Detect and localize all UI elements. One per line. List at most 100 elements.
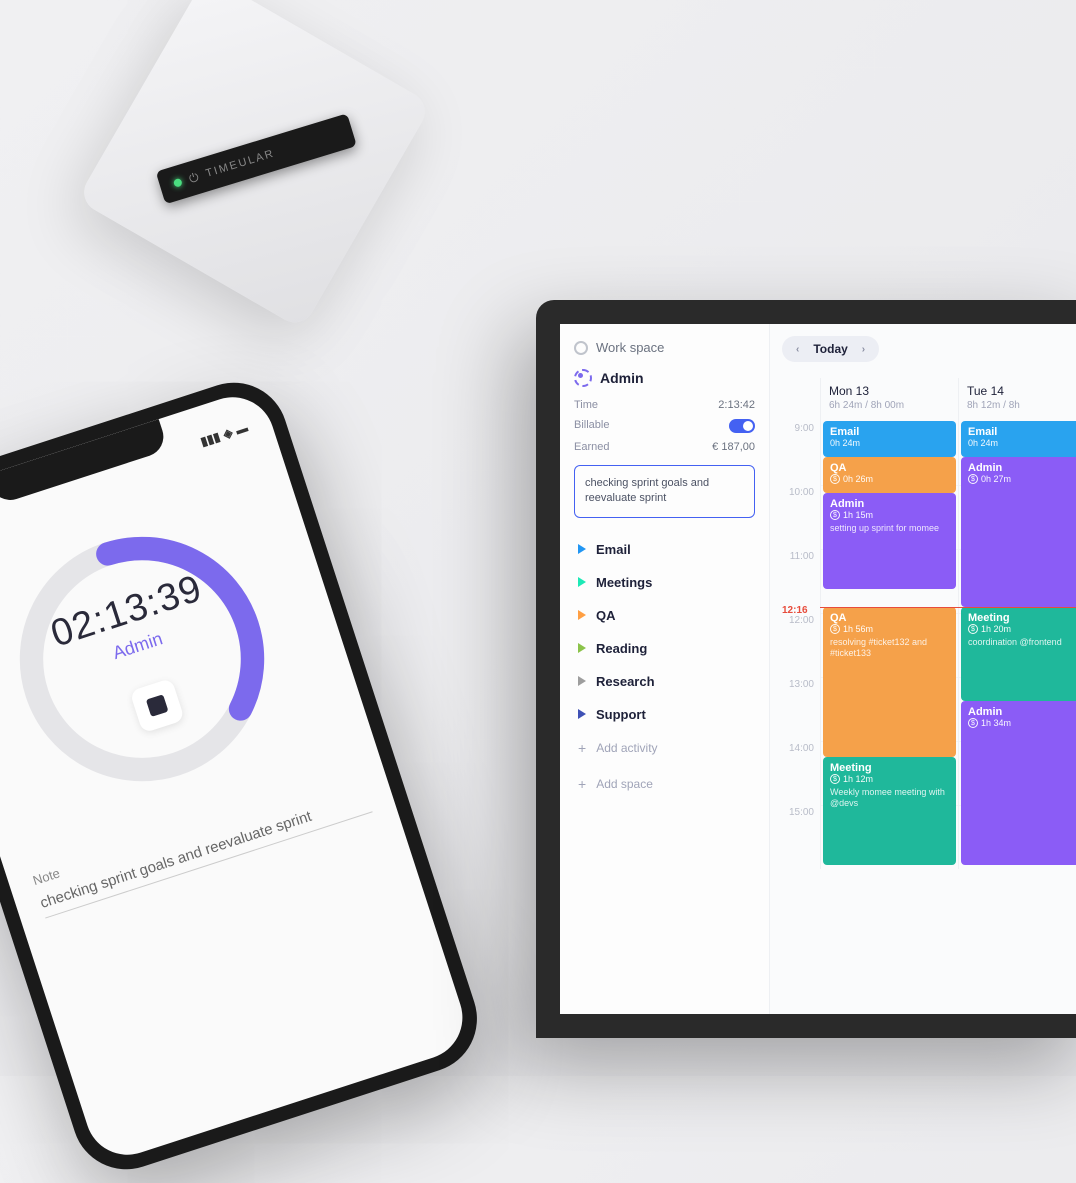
event-note: coordination @frontend bbox=[968, 637, 1076, 648]
workspace-icon bbox=[574, 341, 588, 355]
calendar-hours: 9:0010:0011:0012:0013:0014:0015:0012:16 bbox=[782, 421, 820, 869]
dollar-icon: $ bbox=[968, 718, 978, 728]
battery-icon: ▬ bbox=[234, 420, 250, 437]
event-note: setting up sprint for momee bbox=[830, 523, 949, 534]
laptop-device: Work space Admin Time 2:13:42 Billable E… bbox=[536, 300, 1076, 1038]
add-space-button[interactable]: + Add space bbox=[574, 766, 755, 802]
dollar-icon: $ bbox=[830, 510, 840, 520]
phone-screen: 15:37 ◂ ▮▮▮ ◈ ▬ 02:13:39 Admin bbox=[0, 386, 473, 1165]
event-title: QA bbox=[830, 612, 949, 624]
timer-ring: 02:13:39 Admin bbox=[0, 495, 306, 823]
add-space-label: Add space bbox=[596, 777, 653, 791]
current-activity-name: Admin bbox=[600, 370, 644, 386]
tracker-device: ⏻ TIMEULAR bbox=[62, 2, 478, 418]
hour-label: 10:00 bbox=[782, 485, 814, 549]
calendar-event[interactable]: Admin$1h 15msetting up sprint for momee bbox=[823, 493, 956, 589]
dollar-icon: $ bbox=[830, 774, 840, 784]
event-title: Meeting bbox=[830, 762, 949, 774]
event-note: Weekly momee meeting with @devs bbox=[830, 787, 949, 809]
event-title: Meeting bbox=[968, 612, 1076, 624]
event-duration: 0h 24m bbox=[830, 438, 949, 448]
add-activity-button[interactable]: + Add activity bbox=[574, 730, 755, 766]
calendar-event[interactable]: Email0h 24m bbox=[961, 421, 1076, 457]
activity-item[interactable]: Reading bbox=[574, 633, 755, 664]
stat-billable-label: Billable bbox=[574, 419, 609, 433]
event-duration: $1h 56m bbox=[830, 624, 949, 634]
event-title: Admin bbox=[968, 462, 1076, 474]
calendar-event[interactable]: QA$0h 26m bbox=[823, 457, 956, 493]
calendar-day-header: Mon 13 6h 24m / 8h 00m bbox=[820, 378, 958, 421]
signal-icon: ▮▮▮ bbox=[199, 429, 222, 448]
calendar-event[interactable]: Meeting$1h 20m coordination @frontend bbox=[961, 607, 1076, 701]
play-icon bbox=[578, 577, 586, 587]
stat-time-label: Time bbox=[574, 399, 598, 411]
calendar-event[interactable]: Admin$0h 27m bbox=[961, 457, 1076, 607]
calendar-day-header: Tue 148h 12m / 8h bbox=[958, 378, 1076, 421]
laptop-screen: Work space Admin Time 2:13:42 Billable E… bbox=[560, 324, 1076, 1014]
billable-toggle[interactable] bbox=[729, 419, 755, 433]
event-title: Admin bbox=[968, 706, 1076, 718]
day-name: Tue 14 bbox=[967, 384, 1076, 398]
current-activity-row[interactable]: Admin bbox=[574, 369, 755, 387]
activity-item[interactable]: Research bbox=[574, 666, 755, 697]
activity-label: Meetings bbox=[596, 575, 652, 590]
event-title: QA bbox=[830, 462, 949, 474]
plus-icon: + bbox=[578, 776, 586, 792]
stat-time-value: 2:13:42 bbox=[718, 399, 755, 411]
calendar-columns: Email0h 24mQA$0h 26mAdmin$1h 15msetting … bbox=[820, 421, 1076, 869]
now-indicator bbox=[820, 607, 1076, 608]
calendar-event[interactable]: Admin$1h 34m bbox=[961, 701, 1076, 865]
calendar-event[interactable]: Email0h 24m bbox=[823, 421, 956, 457]
laptop-frame: Work space Admin Time 2:13:42 Billable E… bbox=[536, 300, 1076, 1038]
day-stats: 6h 24m / 8h 00m bbox=[829, 400, 950, 411]
phone-device: 15:37 ◂ ▮▮▮ ◈ ▬ 02:13:39 Admin bbox=[0, 369, 491, 1183]
today-selector[interactable]: ‹ Today › bbox=[782, 336, 879, 362]
event-duration: $1h 20m bbox=[968, 624, 1076, 634]
event-duration: 0h 24m bbox=[968, 438, 1076, 448]
activity-item[interactable]: QA bbox=[574, 600, 755, 631]
workspace-header[interactable]: Work space bbox=[574, 340, 755, 355]
wifi-icon: ◈ bbox=[221, 425, 234, 441]
stat-earned-label: Earned bbox=[574, 441, 609, 453]
phone-frame: 15:37 ◂ ▮▮▮ ◈ ▬ 02:13:39 Admin bbox=[0, 369, 491, 1183]
activity-item[interactable]: Email bbox=[574, 534, 755, 565]
calendar-column-mon[interactable]: Email0h 24mQA$0h 26mAdmin$1h 15msetting … bbox=[820, 421, 958, 869]
note-textarea[interactable]: checking sprint goals and reevaluate spr… bbox=[574, 465, 755, 518]
tracker-cube: ⏻ TIMEULAR bbox=[62, 2, 478, 418]
calendar-panel: ‹ Today › Mon 13 6h 24m / 8h 00m Tue 148h … bbox=[770, 324, 1076, 1014]
calendar-header: Mon 13 6h 24m / 8h 00m Tue 148h 12m / 8h bbox=[820, 378, 1076, 421]
chevron-left-icon[interactable]: ‹ bbox=[796, 344, 799, 355]
play-icon bbox=[578, 676, 586, 686]
calendar-column-tue[interactable]: Email0h 24mAdmin$0h 27m Meeting$1h 20m coo… bbox=[958, 421, 1076, 869]
event-note: resolving #ticket132 and #ticket133 bbox=[830, 637, 949, 659]
event-duration: $1h 12m bbox=[830, 774, 949, 784]
activity-item[interactable]: Meetings bbox=[574, 567, 755, 598]
activity-list: Email Meetings QA Reading Research Support bbox=[574, 534, 755, 730]
activity-indicator-icon bbox=[574, 369, 592, 387]
activity-label: QA bbox=[596, 608, 616, 623]
day-name: Mon 13 bbox=[829, 384, 950, 398]
activity-label: Email bbox=[596, 542, 631, 557]
now-label: 12:16 bbox=[782, 603, 808, 616]
chevron-right-icon[interactable]: › bbox=[862, 344, 865, 355]
stat-earned: Earned € 187,00 bbox=[574, 441, 755, 453]
dollar-icon: $ bbox=[830, 624, 840, 634]
stat-earned-value: € 187,00 bbox=[712, 441, 755, 453]
activity-label: Research bbox=[596, 674, 655, 689]
hour-label: 9:00 bbox=[782, 421, 814, 485]
stat-time: Time 2:13:42 bbox=[574, 399, 755, 411]
workspace-label: Work space bbox=[596, 340, 664, 355]
play-icon bbox=[578, 544, 586, 554]
add-activity-label: Add activity bbox=[596, 741, 657, 755]
activity-label: Support bbox=[596, 707, 646, 722]
dollar-icon: $ bbox=[968, 474, 978, 484]
play-icon bbox=[578, 709, 586, 719]
activity-item[interactable]: Support bbox=[574, 699, 755, 730]
activity-label: Reading bbox=[596, 641, 647, 656]
event-duration: $0h 26m bbox=[830, 474, 949, 484]
dollar-icon: $ bbox=[830, 474, 840, 484]
calendar-event[interactable]: QA$1h 56m resolving #ticket132 and #ticke… bbox=[823, 607, 956, 757]
play-icon bbox=[578, 610, 586, 620]
calendar-event[interactable]: Meeting$1h 12m Weekly momee meeting with … bbox=[823, 757, 956, 865]
power-led-icon bbox=[173, 178, 183, 188]
